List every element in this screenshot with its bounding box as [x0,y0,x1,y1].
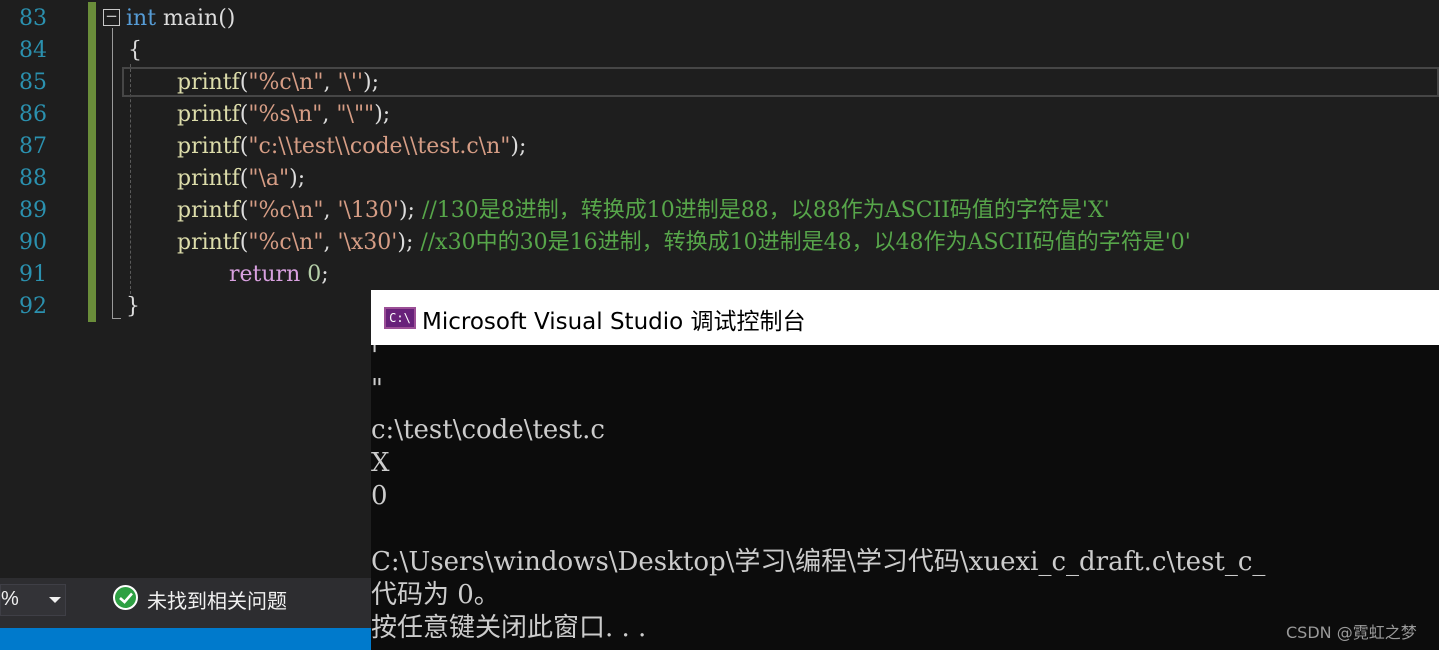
line-number: 86 [19,102,47,127]
issues-status-text[interactable]: 未找到相关问题 [147,585,287,614]
console-output-line: X [371,448,390,478]
code-line-91: return 0; [229,259,329,291]
watermark: CSDN @霓虹之梦 [1286,623,1417,642]
keyword-token: int [126,6,157,31]
function-token: printf [177,102,240,127]
code-token: ; [321,262,329,287]
indent-guide [130,64,131,294]
line-number: 91 [19,262,47,287]
code-token: , [323,70,338,95]
fold-guide-line [112,28,113,318]
collapse-toggle-icon[interactable]: − [103,9,120,26]
code-line-92: } [126,291,140,323]
zoom-dropdown[interactable]: % [0,584,66,616]
comment-token: //130是8进制，转换成10进制是88，以88作为ASCII码值的字符是'X' [421,198,1110,223]
code-token: ); [289,166,306,191]
code-token: main() [156,6,236,31]
code-line-89: printf("%c\n", '\130'); //130是8进制，转换成10进… [177,195,1110,227]
line-number: 89 [19,198,47,223]
check-circle-icon[interactable] [113,585,138,610]
zoom-value: % [1,588,19,610]
code-line-84: { [126,35,142,67]
function-token: printf [177,134,240,159]
code-token: ); [397,230,421,255]
string-token: "c:\\test\\code\\test.c\n" [248,134,511,159]
line-number: 88 [19,166,47,191]
code-token: , [323,198,338,223]
console-output-line: " [371,374,383,404]
chevron-down-icon [49,597,61,603]
code-line-90: printf("%c\n", '\x30'); //x30中的30是16进制，转… [177,227,1191,259]
code-token: , [322,102,337,127]
function-token: printf [177,166,240,191]
string-token: "%c\n" [248,70,324,95]
code-line-83: int main() [126,3,235,35]
function-token: printf [177,70,240,95]
console-output-line: C:\Users\windows\Desktop\学习\编程\学习代码\xuex… [371,547,1266,577]
comment-token: //x30中的30是16进制，转换成10进制是48，以48作为ASCII码值的字… [420,230,1191,255]
editor-status-bar: % 未找到相关问题 [0,578,372,628]
status-bar-strip [0,628,372,650]
code-token: ); [363,70,379,95]
string-token: "%s\n" [248,102,323,127]
console-output-line: c:\test\code\test.c [371,415,605,445]
code-line-86: printf("%s\n", "\""); [177,99,390,131]
debug-console-window[interactable]: C:\ Microsoft Visual Studio 调试控制台 ' " c:… [371,290,1439,650]
code-token: ); [374,102,391,127]
keyword-token: return [229,262,301,287]
change-indicator-bar [88,2,96,322]
code-token: ); [510,134,527,159]
console-app-icon: C:\ [384,307,416,329]
string-token: "%c\n" [248,198,324,223]
console-output-line: 0 [371,481,388,511]
string-token: "\"" [336,102,375,127]
code-token: { [128,38,142,63]
number-token: 0 [307,262,322,287]
line-number: 90 [19,230,47,255]
console-output-line: 按任意键关闭此窗口. . . [371,613,647,643]
string-token: '\130' [337,198,399,223]
line-number: 83 [19,6,47,31]
string-token: '\x30' [337,230,398,255]
code-line-85: printf("%c\n", '\''); [177,67,379,99]
code-token: } [126,294,140,319]
line-number: 84 [19,38,47,63]
function-token: printf [177,198,240,223]
console-title: Microsoft Visual Studio 调试控制台 [422,309,806,335]
code-token: , [323,230,338,255]
code-line-87: printf("c:\\test\\code\\test.c\n"); [177,131,526,163]
line-number: 85 [19,70,47,95]
code-token: ); [398,198,422,223]
line-number: 87 [19,134,47,159]
code-line-88: printf("\a"); [177,163,305,195]
string-token: "%c\n" [248,230,324,255]
string-token: '\'' [337,70,363,95]
function-token: printf [177,230,240,255]
console-output-line: ' [371,341,379,371]
fold-guide-end [112,318,121,319]
line-number: 92 [19,294,47,319]
string-token: "\a" [248,166,290,191]
console-output-line: 代码为 0。 [371,580,500,610]
console-titlebar[interactable]: C:\ Microsoft Visual Studio 调试控制台 [371,290,1439,345]
